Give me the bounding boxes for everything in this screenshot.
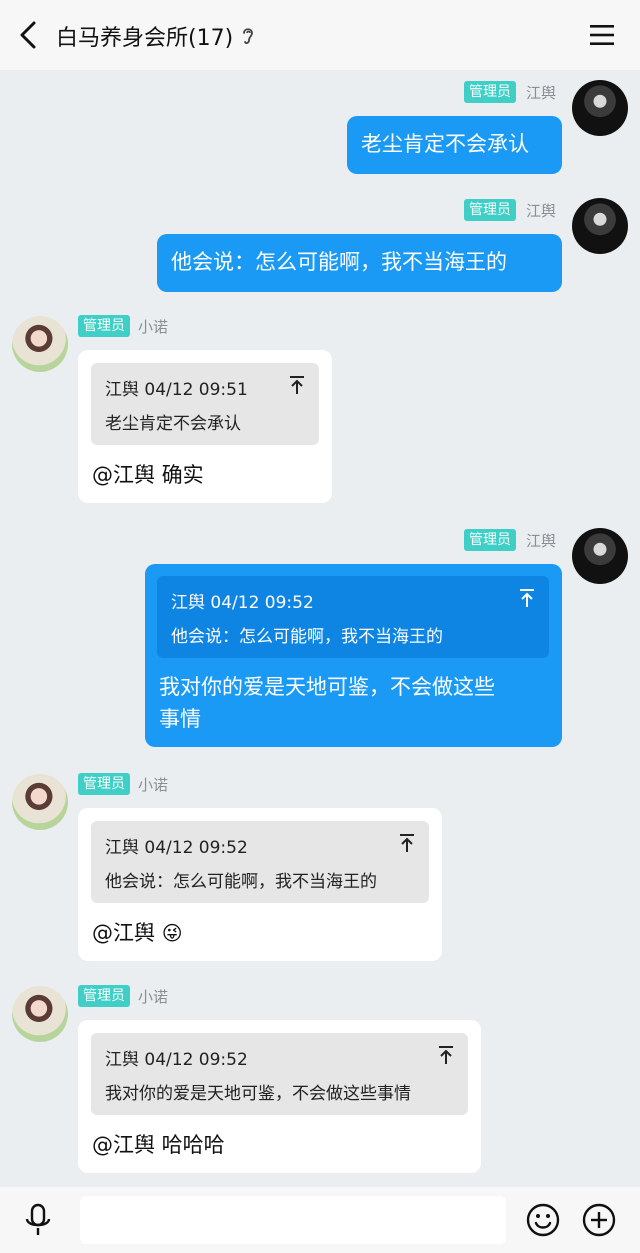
quoted-message[interactable]: 江舆 04/12 09:52 他会说：怎么可能啊，我不当海王的	[157, 576, 549, 658]
message-meta: 管理员 小诺	[78, 985, 168, 1007]
chat-title[interactable]: 白马养身会所(17)	[56, 20, 257, 52]
message-text: @江舆 哈哈哈	[92, 1133, 225, 1157]
message-bubble[interactable]: 江舆 04/12 09:52 他会说：怎么可能啊，我不当海王的 我对你的爱是天地…	[145, 564, 562, 747]
admin-badge: 管理员	[463, 81, 516, 103]
message-item: 管理员 小诺 江舆 04/12 09:52 他会说：怎么可能啊，我不当海王的 @…	[0, 764, 640, 964]
message-text: @江舆 确实	[92, 463, 204, 487]
group-name: 白马养身会所(17)	[56, 26, 234, 51]
message-bubble[interactable]: 江舆 04/12 09:52 我对你的爱是天地可鉴，不会做这些事情 @江舆 哈哈…	[78, 1020, 481, 1173]
microphone-icon[interactable]	[24, 1203, 52, 1237]
message-bubble[interactable]: 江舆 04/12 09:52 他会说：怎么可能啊，我不当海王的 @江舆 😜	[78, 808, 442, 961]
quote-header: 江舆 04/12 09:52	[105, 838, 248, 858]
quote-text: 我对你的爱是天地可鉴，不会做这些事情	[105, 1084, 411, 1104]
admin-badge: 管理员	[78, 985, 130, 1007]
quote-text: 他会说：怎么可能啊，我不当海王的	[105, 872, 377, 892]
jump-to-top-icon[interactable]	[399, 833, 415, 853]
admin-badge: 管理员	[463, 529, 516, 551]
message-text-line-1: 我对你的爱是天地可鉴，不会做这些	[159, 675, 495, 699]
message-meta: 管理员 江舆	[463, 529, 556, 551]
message-meta: 管理员 江舆	[463, 199, 556, 221]
laughing-emoji-icon: 😜	[161, 921, 183, 945]
smiley-icon[interactable]	[526, 1203, 560, 1237]
message-item: 管理员 小诺 江舆 04/12 09:52 我对你的爱是天地可鉴，不会做这些事情…	[0, 976, 640, 1186]
jump-to-top-icon[interactable]	[438, 1045, 454, 1065]
message-item: 管理员 江舆 江舆 04/12 09:52 他会说：怎么可能啊，我不当海王的 我…	[0, 518, 640, 758]
message-bubble[interactable]: 江舆 04/12 09:51 老尘肯定不会承认 @江舆 确实	[78, 350, 332, 503]
message-item: 管理员 江舆 老尘肯定不会承认	[0, 70, 640, 180]
input-bar	[0, 1187, 640, 1253]
sender-name: 小诺	[138, 987, 169, 1006]
plus-circle-icon[interactable]	[582, 1203, 616, 1237]
message-item: 管理员 江舆 他会说：怎么可能啊，我不当海王的	[0, 188, 640, 298]
message-input[interactable]	[80, 1196, 506, 1244]
message-text: 老尘肯定不会承认	[361, 132, 529, 156]
menu-icon[interactable]	[590, 24, 614, 46]
chevron-left-icon[interactable]	[14, 18, 42, 52]
avatar[interactable]	[572, 80, 628, 136]
sender-name: 江舆	[525, 83, 556, 102]
message-meta: 管理员 江舆	[463, 81, 556, 103]
admin-badge: 管理员	[78, 315, 130, 337]
quote-text: 他会说：怎么可能啊，我不当海王的	[171, 627, 443, 647]
quote-text: 老尘肯定不会承认	[105, 414, 241, 434]
mention-text: @江舆	[92, 921, 155, 945]
quoted-message[interactable]: 江舆 04/12 09:52 我对你的爱是天地可鉴，不会做这些事情	[91, 1033, 468, 1115]
admin-badge: 管理员	[78, 773, 130, 795]
quote-header: 江舆 04/12 09:52	[105, 1050, 248, 1070]
sender-name: 江舆	[525, 201, 556, 220]
quote-header: 江舆 04/12 09:52	[171, 593, 314, 613]
avatar[interactable]	[572, 198, 628, 254]
quoted-message[interactable]: 江舆 04/12 09:52 他会说：怎么可能啊，我不当海王的	[91, 821, 429, 903]
avatar[interactable]	[572, 528, 628, 584]
sender-name: 小诺	[138, 317, 169, 336]
ear-icon	[243, 28, 254, 44]
sender-name: 江舆	[525, 531, 556, 550]
message-bubble[interactable]: 老尘肯定不会承认	[347, 116, 562, 174]
avatar[interactable]	[12, 774, 68, 830]
message-text: 他会说：怎么可能啊，我不当海王的	[171, 250, 507, 274]
message-text-line-2: 事情	[159, 707, 201, 731]
message-item: 管理员 小诺 江舆 04/12 09:51 老尘肯定不会承认 @江舆 确实	[0, 306, 640, 506]
message-meta: 管理员 小诺	[78, 773, 168, 795]
avatar[interactable]	[12, 316, 68, 372]
message-bubble[interactable]: 他会说：怎么可能啊，我不当海王的	[157, 234, 562, 292]
quote-header: 江舆 04/12 09:51	[105, 380, 248, 400]
jump-to-top-icon[interactable]	[289, 375, 305, 395]
jump-to-top-icon[interactable]	[519, 588, 535, 608]
message-text: @江舆 😜	[92, 918, 183, 949]
message-meta: 管理员 小诺	[78, 315, 168, 337]
avatar[interactable]	[12, 986, 68, 1042]
admin-badge: 管理员	[463, 199, 516, 221]
quoted-message[interactable]: 江舆 04/12 09:51 老尘肯定不会承认	[91, 363, 319, 445]
chat-area[interactable]: 管理员 江舆 老尘肯定不会承认 管理员 江舆 他会说：怎么可能啊，我不当海王的 …	[0, 70, 640, 1187]
sender-name: 小诺	[138, 775, 169, 794]
chat-header: 白马养身会所(17)	[0, 0, 640, 70]
